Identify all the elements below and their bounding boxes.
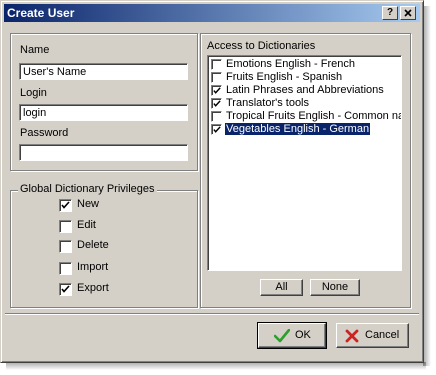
checkmark-icon <box>61 285 70 293</box>
create-user-dialog: Create User ? Name Login Password Global… <box>0 0 424 363</box>
privileges-title: Global Dictionary Privileges <box>18 183 157 195</box>
dictionary-label: Vegetables English - German <box>225 123 371 135</box>
dictionary-label: Fruits English - Spanish <box>226 71 343 83</box>
checkmark-icon <box>61 201 70 209</box>
window-title: Create User <box>7 6 75 20</box>
dictionary-label: Tropical Fruits English - Common nar <box>226 110 402 122</box>
dictionary-list-item[interactable]: Translator's tools <box>210 97 399 110</box>
password-label: Password <box>20 127 69 139</box>
dictionary-checkbox[interactable] <box>211 85 222 96</box>
cancel-button[interactable]: Cancel <box>336 323 409 348</box>
dictionary-label: Latin Phrases and Abbreviations <box>226 84 384 96</box>
name-field[interactable] <box>19 63 188 80</box>
privilege-label: Edit <box>77 219 96 231</box>
privilege-checkbox-delete[interactable] <box>59 240 72 253</box>
dictionary-checkbox[interactable] <box>211 124 222 135</box>
select-all-button[interactable]: All <box>260 279 303 296</box>
checkmark-icon <box>274 329 290 343</box>
close-icon <box>404 9 412 17</box>
privilege-label: New <box>77 198 100 210</box>
privilege-label: Delete <box>77 239 109 251</box>
dictionary-label: Emotions English - French <box>226 58 355 70</box>
dictionary-checkbox[interactable] <box>211 98 222 109</box>
checkmark-icon <box>213 100 221 107</box>
dictionary-list-item[interactable]: Tropical Fruits English - Common nar <box>210 110 402 123</box>
dictionary-checkbox[interactable] <box>211 111 222 122</box>
login-label: Login <box>20 87 47 99</box>
dictionary-list-item[interactable]: Emotions English - French <box>210 58 399 71</box>
footer-separator <box>5 313 419 315</box>
privilege-checkbox-edit[interactable] <box>59 220 72 233</box>
name-label: Name <box>20 44 50 56</box>
checkmark-icon <box>213 126 221 133</box>
dictionary-list-item[interactable]: Fruits English - Spanish <box>210 71 399 84</box>
dictionary-label: Translator's tools <box>226 97 309 109</box>
title-bar[interactable]: Create User ? <box>4 4 420 22</box>
dictionaries-title: Access to Dictionaries <box>207 40 316 52</box>
password-field[interactable] <box>19 144 188 161</box>
privilege-checkbox-export[interactable] <box>59 283 72 296</box>
dictionary-list-item[interactable]: Latin Phrases and Abbreviations <box>210 84 399 97</box>
dictionary-checkbox[interactable] <box>211 59 222 70</box>
privilege-label: Import <box>77 261 109 273</box>
dictionary-list-item[interactable]: Vegetables English - German <box>210 123 399 136</box>
ok-label: OK <box>295 329 311 341</box>
select-none-button[interactable]: None <box>310 279 360 296</box>
dictionaries-listbox[interactable]: Emotions English - French Fruits English … <box>207 55 402 271</box>
cancel-label: Cancel <box>365 329 400 341</box>
ok-button[interactable]: OK <box>257 322 327 349</box>
checkmark-icon <box>213 87 221 94</box>
help-button[interactable]: ? <box>382 6 398 20</box>
privilege-checkbox-new[interactable] <box>59 199 72 212</box>
login-field[interactable] <box>19 104 188 121</box>
close-button[interactable] <box>400 6 416 20</box>
cancel-x-icon <box>345 329 359 343</box>
privilege-label: Export <box>77 282 109 294</box>
privilege-checkbox-import[interactable] <box>59 262 72 275</box>
dictionary-checkbox[interactable] <box>211 72 222 83</box>
